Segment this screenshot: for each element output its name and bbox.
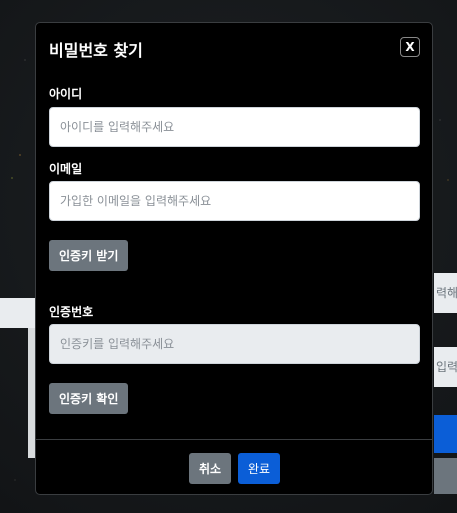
code-input[interactable] — [49, 324, 420, 364]
background-input: 력해 — [434, 273, 457, 313]
background-primary-button — [434, 415, 457, 453]
verify-code-button[interactable]: 인증키 확인 — [49, 383, 129, 414]
modal-header: 비밀번호 찾기 X — [36, 23, 432, 71]
footer-divider — [36, 439, 432, 440]
background-panel — [0, 298, 36, 328]
background-secondary-button — [434, 458, 457, 494]
id-input[interactable] — [49, 107, 420, 147]
email-input[interactable] — [49, 181, 420, 221]
cancel-button[interactable]: 취소 — [189, 453, 232, 484]
find-password-modal: 비밀번호 찾기 X 아이디 이메일 인증키 받기 인증번호 인증키 확인 취소 … — [35, 22, 433, 495]
get-code-button[interactable]: 인증키 받기 — [49, 240, 129, 271]
email-label: 이메일 — [49, 162, 83, 176]
id-label: 아이디 — [49, 87, 83, 101]
done-button[interactable]: 완료 — [238, 453, 281, 484]
close-button[interactable]: X — [400, 37, 420, 57]
modal-title: 비밀번호 찾기 — [49, 41, 143, 60]
code-label: 인증번호 — [49, 305, 94, 319]
background-input: 입력 — [434, 347, 457, 387]
